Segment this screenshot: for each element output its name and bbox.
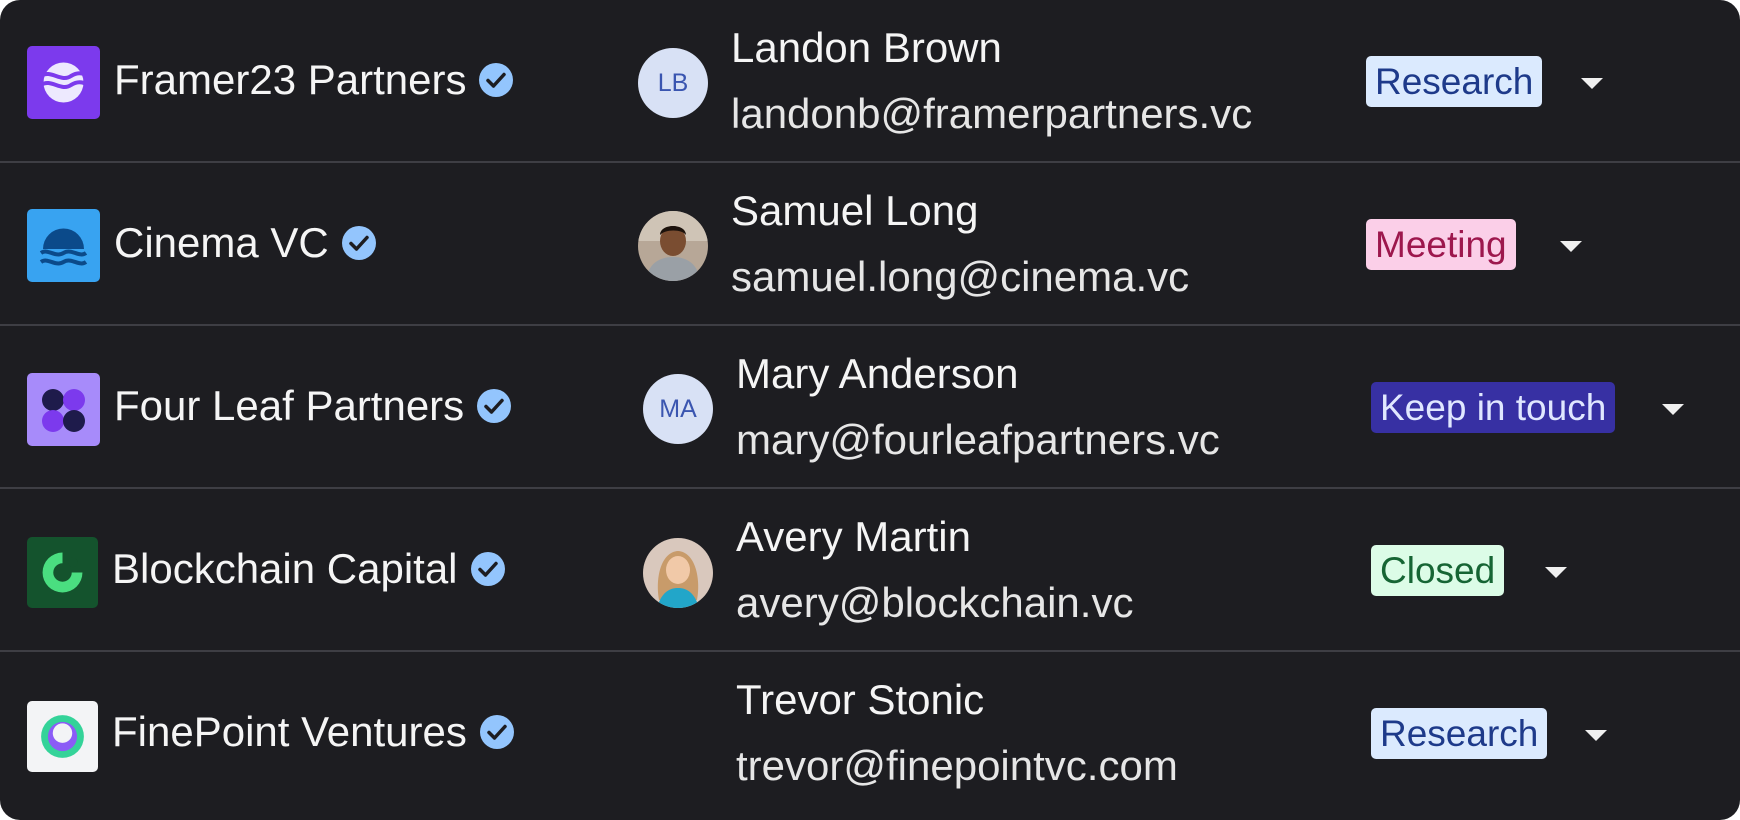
status-badge[interactable]: Meeting [1366, 219, 1516, 270]
chevron-down-icon[interactable] [1582, 726, 1610, 744]
avatar[interactable]: MA [643, 374, 713, 444]
contact-email[interactable]: trevor@finepointvc.com [736, 742, 1178, 790]
framer23-partners-logo [27, 46, 100, 119]
contact-name[interactable]: Mary Anderson [736, 350, 1018, 398]
company-name[interactable]: Framer23 Partners [114, 56, 514, 104]
blockchain-capital-logo [27, 537, 98, 608]
samuel-long-photo[interactable] [638, 211, 708, 281]
verified-check-icon [478, 62, 514, 98]
chevron-down-icon[interactable] [1542, 563, 1570, 581]
company-label: Blockchain Capital [112, 545, 458, 592]
company-label: Framer23 Partners [114, 56, 467, 103]
contact-name[interactable]: Trevor Stonic [736, 676, 984, 724]
table-row[interactable]: Four Leaf Partners MA Mary Anderson mary… [0, 326, 1740, 489]
contact-email[interactable]: samuel.long@cinema.vc [731, 253, 1189, 301]
verified-check-icon [479, 714, 515, 750]
company-name[interactable]: Blockchain Capital [112, 545, 506, 593]
company-label: Four Leaf Partners [114, 382, 465, 429]
table-row[interactable]: FinePoint Ventures Trevor Stonic trevor@… [0, 652, 1740, 813]
table-row[interactable]: Cinema VC Samuel Long samuel.long@cinema… [0, 163, 1740, 326]
contacts-table: Framer23 Partners LB Landon Brown landon… [0, 0, 1740, 820]
company-label: FinePoint Ventures [112, 708, 467, 755]
company-name[interactable]: Cinema VC [114, 219, 377, 267]
verified-check-icon [476, 388, 512, 424]
company-name[interactable]: Four Leaf Partners [114, 382, 512, 430]
avatar[interactable]: LB [638, 48, 708, 118]
finepoint-ventures-logo [27, 701, 98, 772]
verified-check-icon [470, 551, 506, 587]
contact-name[interactable]: Avery Martin [736, 513, 971, 561]
contact-name[interactable]: Samuel Long [731, 187, 979, 235]
table-row[interactable]: Framer23 Partners LB Landon Brown landon… [0, 0, 1740, 163]
four-leaf-partners-logo [27, 373, 100, 446]
verified-check-icon [341, 225, 377, 261]
chevron-down-icon[interactable] [1659, 400, 1687, 418]
company-label: Cinema VC [114, 219, 329, 266]
status-badge[interactable]: Closed [1371, 545, 1505, 596]
contact-email[interactable]: landonb@framerpartners.vc [731, 90, 1252, 138]
status-badge[interactable]: Research [1366, 56, 1543, 107]
contact-name[interactable]: Landon Brown [731, 24, 1002, 72]
avery-martin-photo[interactable] [643, 538, 713, 608]
contact-email[interactable]: mary@fourleafpartners.vc [736, 416, 1220, 464]
table-row[interactable]: Blockchain Capital Avery Martin avery@bl… [0, 489, 1740, 652]
company-name[interactable]: FinePoint Ventures [112, 708, 515, 756]
chevron-down-icon[interactable] [1578, 74, 1606, 92]
status-badge[interactable]: Research [1371, 708, 1548, 759]
chevron-down-icon[interactable] [1557, 237, 1585, 255]
contact-email[interactable]: avery@blockchain.vc [736, 579, 1133, 627]
status-badge[interactable]: Keep in touch [1371, 382, 1616, 433]
cinema-vc-logo [27, 209, 100, 282]
